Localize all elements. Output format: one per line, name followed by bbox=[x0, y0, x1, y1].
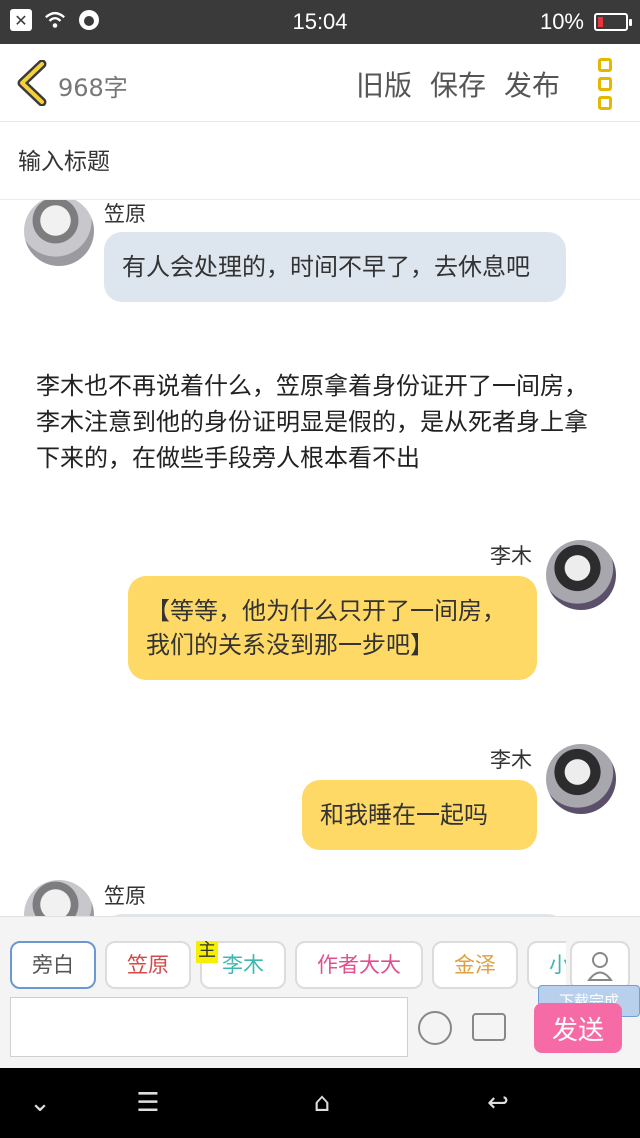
send-button[interactable]: 发送 bbox=[534, 1003, 622, 1053]
role-label: 笠原 bbox=[127, 953, 169, 977]
role-chip-xiaoliu[interactable]: 小刘 bbox=[527, 941, 566, 989]
message-bubble[interactable]: 【等等，他为什么只开了一间房，我们的关系没到那一步吧】 bbox=[128, 576, 537, 680]
image-icon[interactable] bbox=[472, 1013, 506, 1041]
compose-toolbar: 旁白笠原主李木作者大大金泽小刘 下载完成 发送 bbox=[0, 916, 640, 1068]
editor-header: 968字 旧版 保存 发布 bbox=[0, 44, 640, 122]
role-label: 金泽 bbox=[454, 953, 496, 977]
home-icon[interactable]: ⌂ bbox=[302, 1088, 342, 1118]
speaker-name: 李木 bbox=[490, 748, 532, 772]
role-chip-kasahara[interactable]: 笠原 bbox=[105, 941, 191, 989]
avatar-kasahara[interactable] bbox=[24, 200, 94, 266]
avatar-limu[interactable] bbox=[546, 744, 616, 814]
message-bubble[interactable]: 和我睡在一起吗 bbox=[302, 780, 537, 850]
menu-icon[interactable]: ☰ bbox=[128, 1088, 168, 1118]
speaker-name: 笠原 bbox=[104, 884, 146, 908]
speaker-name: 李木 bbox=[490, 544, 532, 568]
status-bar: ✕ 15:04 10% bbox=[0, 0, 640, 44]
person-icon[interactable] bbox=[570, 941, 630, 991]
old-version-button[interactable]: 旧版 bbox=[356, 64, 412, 104]
battery-percent: 10% bbox=[539, 9, 584, 34]
emoji-icon[interactable] bbox=[418, 1011, 452, 1045]
back-icon[interactable] bbox=[14, 59, 50, 107]
role-chip-narrator[interactable]: 旁白 bbox=[10, 941, 96, 989]
chat-area[interactable]: 笠原 有人会处理的，时间不早了，去休息吧 李木也不再说着什么，笠原拿着身份证开了… bbox=[0, 200, 640, 916]
main-role-tag: 主 bbox=[196, 941, 218, 963]
more-menu-icon[interactable] bbox=[598, 58, 618, 110]
role-chip-kanazawa[interactable]: 金泽 bbox=[432, 941, 518, 989]
title-placeholder: 输入标题 bbox=[18, 149, 110, 175]
role-label: 小刘 bbox=[549, 953, 566, 977]
role-chip-author[interactable]: 作者大大 bbox=[295, 941, 423, 989]
role-label: 李木 bbox=[222, 953, 264, 977]
role-label: 作者大大 bbox=[317, 953, 401, 977]
system-nav-bar: ⌄ ☰ ⌂ ↩ bbox=[0, 1068, 640, 1138]
message-input[interactable] bbox=[10, 997, 408, 1057]
battery-icon bbox=[594, 13, 632, 31]
save-button[interactable]: 保存 bbox=[430, 64, 486, 104]
avatar-limu[interactable] bbox=[546, 540, 616, 610]
role-label: 旁白 bbox=[32, 953, 74, 977]
role-selector: 旁白 笠原 主李木 作者大大 金泽 小刘 bbox=[10, 941, 566, 991]
avatar-kasahara[interactable] bbox=[24, 880, 94, 916]
speaker-name: 笠原 bbox=[104, 202, 146, 226]
chevron-down-icon[interactable]: ⌄ bbox=[20, 1088, 60, 1118]
word-count: 968字 bbox=[58, 74, 128, 102]
back-nav-icon[interactable]: ↩ bbox=[478, 1088, 518, 1118]
role-chip-limu[interactable]: 主李木 bbox=[196, 941, 286, 989]
narration-text[interactable]: 李木也不再说着什么，笠原拿着身份证开了一间房，李木注意到他的身份证明显是假的，是… bbox=[36, 368, 611, 476]
title-input[interactable]: 输入标题 bbox=[0, 122, 640, 200]
publish-button[interactable]: 发布 bbox=[504, 64, 560, 104]
message-bubble[interactable]: 有人会处理的，时间不早了，去休息吧 bbox=[104, 232, 566, 302]
